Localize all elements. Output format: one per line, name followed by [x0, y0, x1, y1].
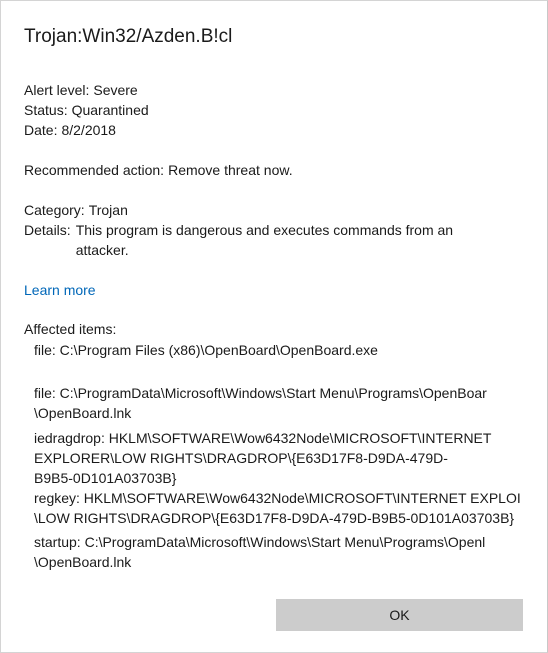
status-row: Status: Quarantined — [24, 100, 149, 120]
affected-item-line: \OpenBoard.lnk — [34, 405, 132, 421]
affected-item: file: C:\ProgramData\Microsoft\Windows\S… — [34, 383, 524, 423]
recommended-action-label: Recommended action: — [24, 162, 165, 178]
affected-item: file: C:\Program Files (x86)\OpenBoard\O… — [34, 340, 524, 360]
affected-item-line: file: C:\Program Files (x86)\OpenBoard\O… — [34, 342, 378, 358]
affected-item: iedragdrop: HKLM\SOFTWARE\Wow6432Node\MI… — [34, 428, 524, 488]
alert-level-row: Alert level: Severe — [24, 80, 138, 100]
affected-item-line: \OpenBoard.lnk — [34, 554, 132, 570]
affected-item-line: B9B5-0D101A03703B} — [34, 470, 177, 486]
alert-level-value: Severe — [93, 82, 138, 98]
category-row: Category: Trojan — [24, 200, 128, 220]
date-row: Date: 8/2/2018 — [24, 120, 116, 140]
category-label: Category: — [24, 202, 85, 218]
affected-item-line: \LOW RIGHTS\DRAGDROP\{E63D17F8-D9DA-479D… — [34, 510, 515, 526]
category-value: Trojan — [88, 202, 128, 218]
details-value: This program is dangerous and executes c… — [75, 222, 454, 258]
affected-items-header: Affected items: — [24, 321, 117, 337]
affected-item-line: EXPLORER\LOW RIGHTS\DRAGDROP\{E63D17F8-D… — [34, 450, 448, 466]
affected-item-line: iedragdrop: HKLM\SOFTWARE\Wow6432Node\MI… — [34, 430, 492, 446]
affected-item: startup: C:\ProgramData\Microsoft\Window… — [34, 532, 524, 572]
alert-level-label: Alert level: — [24, 82, 90, 98]
affected-item-line: startup: C:\ProgramData\Microsoft\Window… — [34, 534, 486, 550]
date-label: Date: — [24, 122, 58, 138]
affected-item: regkey: HKLM\SOFTWARE\Wow6432Node\MICROS… — [34, 488, 524, 528]
status-value: Quarantined — [71, 102, 149, 118]
affected-item-line: file: C:\ProgramData\Microsoft\Windows\S… — [34, 385, 487, 401]
threat-name-title: Trojan:Win32/Azden.B!cl — [24, 26, 233, 47]
affected-item-line: regkey: HKLM\SOFTWARE\Wow6432Node\MICROS… — [34, 490, 521, 506]
date-value: 8/2/2018 — [61, 122, 116, 138]
threat-details-dialog: Trojan:Win32/Azden.B!cl Alert level: Seve… — [0, 0, 548, 653]
recommended-action-row: Recommended action: Remove threat now. — [24, 160, 293, 180]
ok-button[interactable]: OK — [276, 599, 523, 631]
details-label: Details: — [24, 222, 71, 238]
learn-more-link[interactable]: Learn more — [24, 280, 96, 300]
recommended-action-value: Remove threat now. — [168, 162, 293, 178]
details-row: Details: This program is dangerous and e… — [24, 220, 504, 260]
status-label: Status: — [24, 102, 68, 118]
